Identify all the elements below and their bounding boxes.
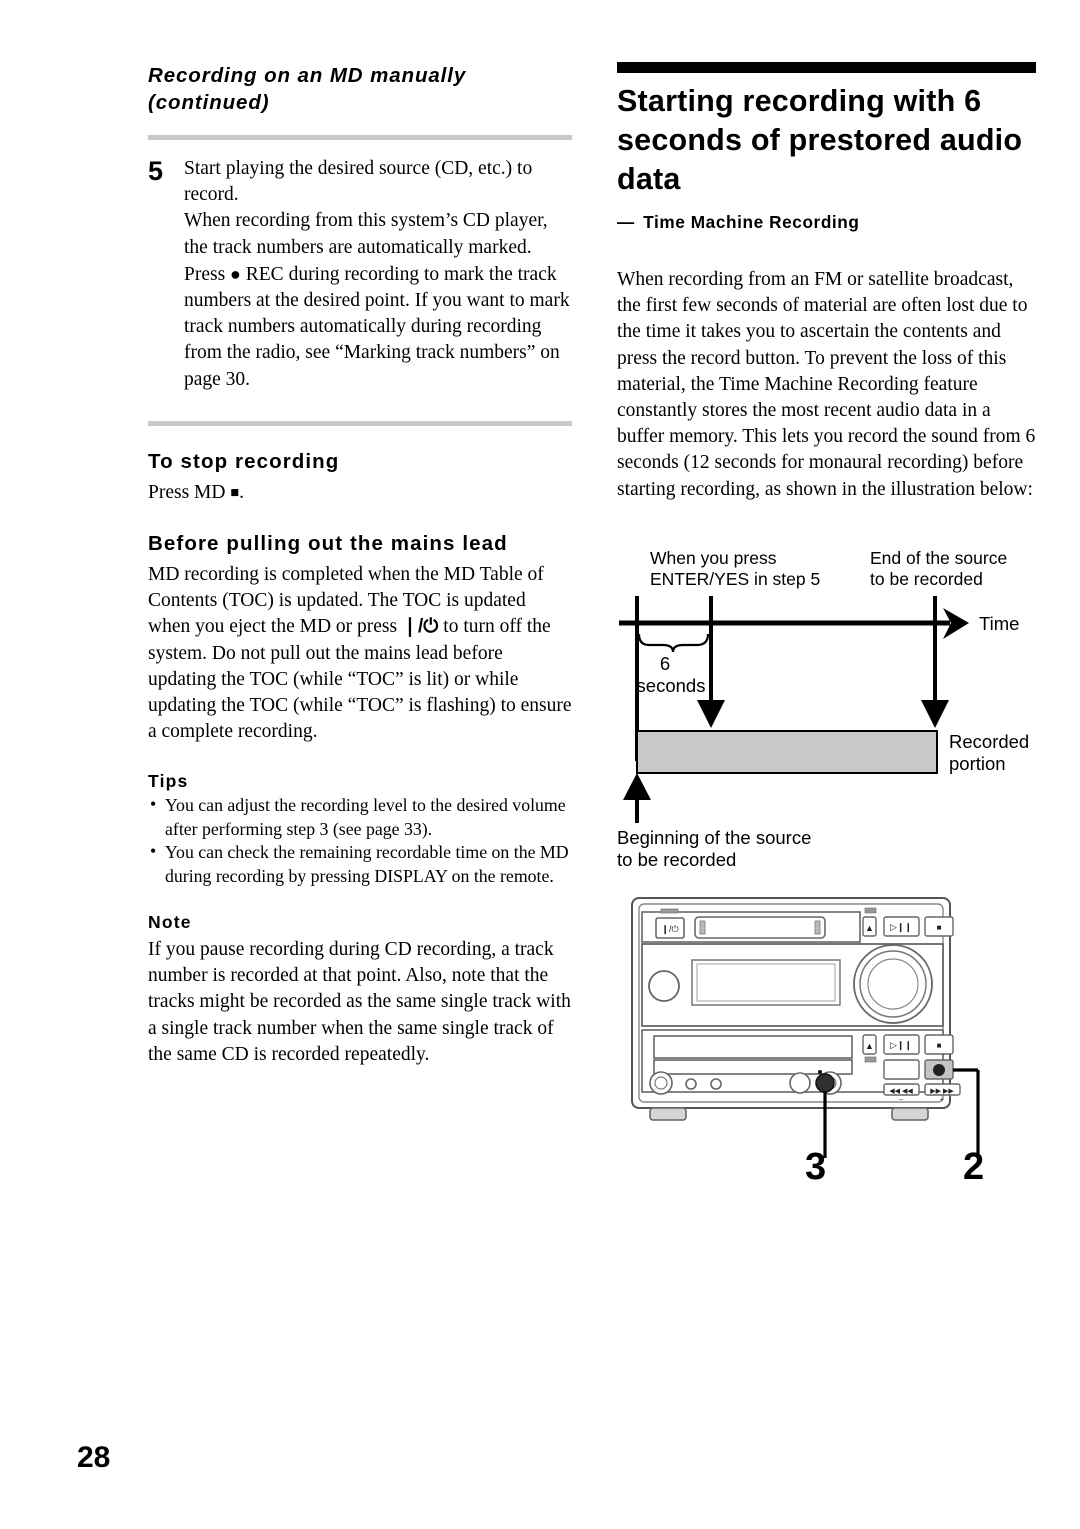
step-title: Start playing the desired source (CD, et… (184, 158, 533, 206)
label-when-you-press-line1: When you press (650, 548, 777, 568)
step-number: 5 (148, 156, 164, 186)
list-item: You can check the remaining recordable t… (148, 840, 572, 888)
rec-dot-icon (933, 1064, 945, 1076)
divider-rule-top (148, 135, 572, 140)
eject-icon: ▲ (865, 1041, 874, 1051)
six-seconds-brace (637, 633, 710, 653)
small-jack-1 (685, 1078, 697, 1090)
label-beginning-line1: Beginning of the source (617, 827, 811, 848)
callout-number-3: 3 (805, 1146, 827, 1188)
next-icon: ▶▶ ▶▶ (930, 1088, 954, 1095)
heading-before-pulling-out-mains-lead: Before pulling out the mains lead (148, 532, 508, 556)
rec-dot-icon: ● (230, 263, 241, 284)
page-title: Starting recording with 6 seconds of pre… (617, 84, 1023, 196)
chapter-subtitle-text: Time Machine Recording (643, 212, 860, 232)
jog-dial-outer (853, 944, 933, 1024)
knob-small (648, 970, 680, 1002)
heading-to-stop-recording: To stop recording (148, 449, 340, 473)
recorded-portion-bar (636, 730, 938, 774)
stop-recording-prefix: Press MD (148, 481, 231, 503)
chapter-rule (617, 62, 1036, 73)
running-head-line2: (continued) (148, 91, 270, 114)
intro-paragraph: When recording from an FM or satellite b… (617, 269, 1036, 500)
label-recorded-line2: portion (949, 753, 1006, 774)
minus-label: – (899, 1095, 904, 1104)
list-item: You can adjust the recording level to th… (148, 793, 572, 841)
enter-yes-knob (815, 1073, 835, 1093)
note-text: If you pause recording during CD recordi… (148, 939, 571, 1065)
em-dash-icon: — (617, 212, 635, 232)
running-head-line1: Recording on an MD manually (148, 64, 467, 87)
headphone-jack (649, 1071, 673, 1095)
cd-tray-upper (653, 1035, 853, 1059)
knob-a (789, 1072, 811, 1094)
enter-press-arrowhead (697, 700, 725, 728)
foot-left (649, 1107, 687, 1121)
label-duration-unit: seconds (637, 675, 706, 696)
step-detail: When recording from this system’s CD pla… (184, 208, 572, 392)
label-when-you-press-line2: ENTER/YES in step 5 (650, 569, 820, 589)
label-time: Time (979, 613, 1019, 634)
left-column: Recording on an MD manually (continued) … (148, 62, 572, 1068)
stop-icon: ■ (937, 1041, 942, 1050)
tips-list: You can adjust the recording level to th… (148, 793, 572, 888)
power-standby-icon: ❘/⏻ (401, 616, 439, 638)
blank-button (883, 1059, 920, 1080)
stop-square-icon: ■ (230, 484, 240, 501)
prev-icon: ◀◀ ◀◀ (889, 1088, 913, 1095)
step-detail-part2: REC during recording to mark the track n… (184, 263, 570, 390)
small-jack-2 (710, 1078, 722, 1090)
enter-yes-dot (818, 1070, 822, 1074)
play-pause-icon: ▷❙❙ (890, 1040, 912, 1051)
stop-recording-text: Press MD ■. (148, 480, 572, 507)
cd-tray-lower (653, 1059, 853, 1075)
step-5-block: 5 Start playing the desired source (CD, … (148, 156, 572, 393)
divider-rule-middle (148, 420, 572, 426)
mains-lead-text: MD recording is completed when the MD Ta… (148, 562, 572, 745)
eject-icon: ▲ (865, 923, 874, 933)
timeline-diagram: When you press ENTER/YES in step 5 End o… (617, 548, 1037, 868)
heading-note: Note (148, 912, 192, 933)
plus-label: + (940, 1095, 945, 1104)
callout-number-2: 2 (963, 1146, 985, 1188)
label-end-of-source-line1: End of the source (870, 548, 1007, 568)
stop-icon: ■ (937, 923, 942, 932)
play-pause-icon: ▷❙❙ (890, 922, 912, 933)
beginning-arrowhead (623, 773, 651, 800)
page-number: 28 (77, 1441, 111, 1474)
stop-recording-suffix: . (239, 481, 245, 503)
device-illustration: ❙/⏻ ▲ ▷❙❙ ■ ▲ ▷❙❙ ■ ◀◀ ◀◀ ▶▶ ▶▶ – + (620, 882, 1020, 1158)
power-standby-icon: ❙/⏻ (661, 924, 678, 935)
chapter-subtitle: — Time Machine Recording (617, 212, 1036, 233)
label-end-of-source-line2: to be recorded (870, 569, 983, 589)
md-slot (694, 916, 826, 939)
label-duration-value: 6 (660, 653, 670, 674)
label-recorded-line1: Recorded (949, 731, 1029, 752)
end-source-arrowhead (921, 700, 949, 728)
label-beginning-line2: to be recorded (617, 849, 736, 868)
foot-right (891, 1107, 929, 1121)
heading-tips: Tips (148, 771, 189, 792)
right-column: Starting recording with 6 seconds of pre… (617, 62, 1036, 503)
running-head: Recording on an MD manually (continued) (148, 62, 572, 116)
